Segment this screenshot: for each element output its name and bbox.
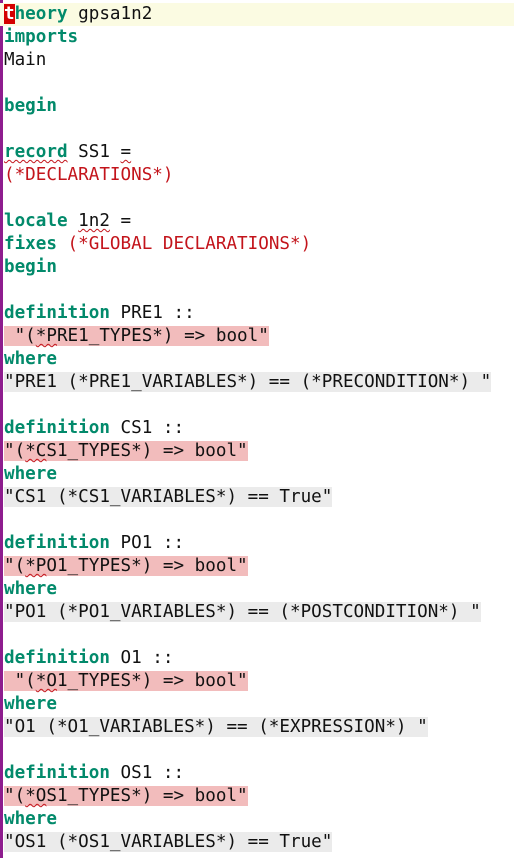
type-rest: 1_TYPES*) => bool" bbox=[56, 671, 248, 691]
global-declarations-comment: (*GLOBAL DECLARATIONS*) bbox=[56, 234, 312, 254]
code-line[interactable]: "O1 (*O1_VARIABLES*) == (*EXPRESSION*) " bbox=[4, 716, 514, 739]
locale-name: 1n2 bbox=[78, 211, 110, 231]
code-line[interactable]: begin bbox=[4, 256, 514, 279]
keyword-theory: heory bbox=[14, 4, 68, 24]
blank-line[interactable] bbox=[4, 394, 514, 417]
theory-name: gpsa1n2 bbox=[67, 4, 153, 24]
keyword-begin: begin bbox=[4, 257, 57, 277]
type-signature-error: "(*PRE1_TYPES*) => bool" bbox=[4, 326, 269, 346]
blank-line[interactable] bbox=[4, 509, 514, 532]
definition-name: OS1 :: bbox=[109, 763, 185, 783]
keyword-record: record bbox=[4, 142, 68, 162]
code-line[interactable]: "(*PRE1_TYPES*) => bool" bbox=[4, 325, 514, 348]
keyword-definition: definition bbox=[4, 303, 110, 323]
type-signature-error: "(*O1_TYPES*) => bool" bbox=[4, 671, 248, 691]
code-line[interactable]: "(*O1_TYPES*) => bool" bbox=[4, 670, 514, 693]
keyword-where: where bbox=[4, 809, 57, 829]
definition-body: "PRE1 (*PRE1_VARIABLES*) == (*PRECONDITI… bbox=[4, 372, 492, 392]
definition-body: "O1 (*O1_VARIABLES*) == (*EXPRESSION*) " bbox=[4, 717, 428, 737]
type-signature-error: "(*OS1_TYPES*) => bool" bbox=[4, 786, 248, 806]
record-equals: = bbox=[120, 142, 132, 162]
definition-body: "CS1 (*CS1_VARIABLES*) == True" bbox=[4, 487, 333, 507]
locale-equals: = bbox=[109, 211, 132, 231]
code-line[interactable]: "(*PO1_TYPES*) => bool" bbox=[4, 555, 514, 578]
code-line[interactable]: "(*CS1_TYPES*) => bool" bbox=[4, 440, 514, 463]
code-line[interactable]: begin bbox=[4, 95, 514, 118]
code-line[interactable]: Main bbox=[4, 49, 514, 72]
type-rest: O1_TYPES*) => bool" bbox=[46, 556, 248, 576]
keyword-definition: definition bbox=[4, 533, 110, 553]
code-line[interactable]: where bbox=[4, 808, 514, 831]
type-open: "( bbox=[4, 556, 26, 576]
import-name: Main bbox=[4, 50, 47, 70]
left-gutter-bar bbox=[0, 0, 3, 858]
definition-name: CS1 :: bbox=[109, 418, 185, 438]
type-signature-error: "(*CS1_TYPES*) => bool" bbox=[4, 441, 248, 461]
definition-name: O1 :: bbox=[109, 648, 174, 668]
code-line[interactable]: locale 1n2 = bbox=[4, 210, 514, 233]
code-line[interactable]: where bbox=[4, 348, 514, 371]
code-line[interactable]: imports bbox=[4, 26, 514, 49]
code-line[interactable]: theory gpsa1n2 bbox=[0, 3, 514, 26]
text-cursor: t bbox=[4, 4, 15, 24]
keyword-definition: definition bbox=[4, 648, 110, 668]
keyword-where: where bbox=[4, 464, 57, 484]
blank-line[interactable] bbox=[4, 187, 514, 210]
code-line[interactable]: definition CS1 :: bbox=[4, 417, 514, 440]
code-line[interactable]: "PRE1 (*PRE1_VARIABLES*) == (*PRECONDITI… bbox=[4, 371, 514, 394]
type-rest: S1_TYPES*) => bool" bbox=[46, 441, 248, 461]
code-line[interactable]: definition PO1 :: bbox=[4, 532, 514, 555]
keyword-definition: definition bbox=[4, 763, 110, 783]
type-open: "( bbox=[4, 326, 36, 346]
code-line[interactable]: where bbox=[4, 693, 514, 716]
code-line[interactable]: record SS1 = bbox=[4, 141, 514, 164]
code-line[interactable]: "CS1 (*CS1_VARIABLES*) == True" bbox=[4, 486, 514, 509]
type-squiggle: *P bbox=[35, 326, 57, 346]
type-rest: RE1_TYPES*) => bool" bbox=[56, 326, 269, 346]
code-editor[interactable]: theory gpsa1n2 imports Main begin record… bbox=[0, 3, 514, 854]
blank-line[interactable] bbox=[4, 118, 514, 141]
keyword-definition: definition bbox=[4, 418, 110, 438]
blank-line[interactable] bbox=[4, 739, 514, 762]
keyword-imports: imports bbox=[4, 27, 79, 47]
keyword-begin: begin bbox=[4, 96, 57, 116]
locale-space bbox=[68, 211, 79, 231]
definition-body: "OS1 (*OS1_VARIABLES*) == True" bbox=[4, 832, 333, 852]
definition-body: "PO1 (*PO1_VARIABLES*) == (*POSTCONDITIO… bbox=[4, 602, 481, 622]
type-open: "( bbox=[4, 671, 36, 691]
keyword-fixes: fixes bbox=[4, 234, 57, 254]
blank-line[interactable] bbox=[4, 624, 514, 647]
declarations-comment: (*DECLARATIONS*) bbox=[4, 165, 174, 185]
code-line[interactable]: fixes (*GLOBAL DECLARATIONS*) bbox=[4, 233, 514, 256]
definition-name: PO1 :: bbox=[109, 533, 185, 553]
code-line[interactable]: "(*OS1_TYPES*) => bool" bbox=[4, 785, 514, 808]
code-line[interactable]: definition O1 :: bbox=[4, 647, 514, 670]
type-squiggle: *O bbox=[35, 671, 57, 691]
definition-name: PRE1 :: bbox=[109, 303, 195, 323]
type-squiggle: *P bbox=[25, 556, 47, 576]
code-line[interactable]: (*DECLARATIONS*) bbox=[4, 164, 514, 187]
keyword-where: where bbox=[4, 694, 57, 714]
blank-line[interactable] bbox=[4, 279, 514, 302]
code-line[interactable]: definition OS1 :: bbox=[4, 762, 514, 785]
type-squiggle: *O bbox=[25, 786, 47, 806]
type-signature-error: "(*PO1_TYPES*) => bool" bbox=[4, 556, 248, 576]
type-open: "( bbox=[4, 441, 26, 461]
code-line[interactable]: "PO1 (*PO1_VARIABLES*) == (*POSTCONDITIO… bbox=[4, 601, 514, 624]
code-line[interactable]: where bbox=[4, 463, 514, 486]
code-line[interactable]: definition PRE1 :: bbox=[4, 302, 514, 325]
keyword-locale: locale bbox=[4, 211, 68, 231]
blank-line[interactable] bbox=[4, 72, 514, 95]
code-line[interactable]: "OS1 (*OS1_VARIABLES*) == True" bbox=[4, 831, 514, 854]
type-open: "( bbox=[4, 786, 26, 806]
keyword-where: where bbox=[4, 579, 57, 599]
type-rest: S1_TYPES*) => bool" bbox=[46, 786, 248, 806]
editor-window: { "lines": { "l0_cursor": "t", "l0_kw": … bbox=[0, 0, 514, 858]
code-line[interactable]: where bbox=[4, 578, 514, 601]
record-name: SS1 bbox=[67, 142, 121, 162]
keyword-where: where bbox=[4, 349, 57, 369]
type-squiggle: *C bbox=[25, 441, 47, 461]
